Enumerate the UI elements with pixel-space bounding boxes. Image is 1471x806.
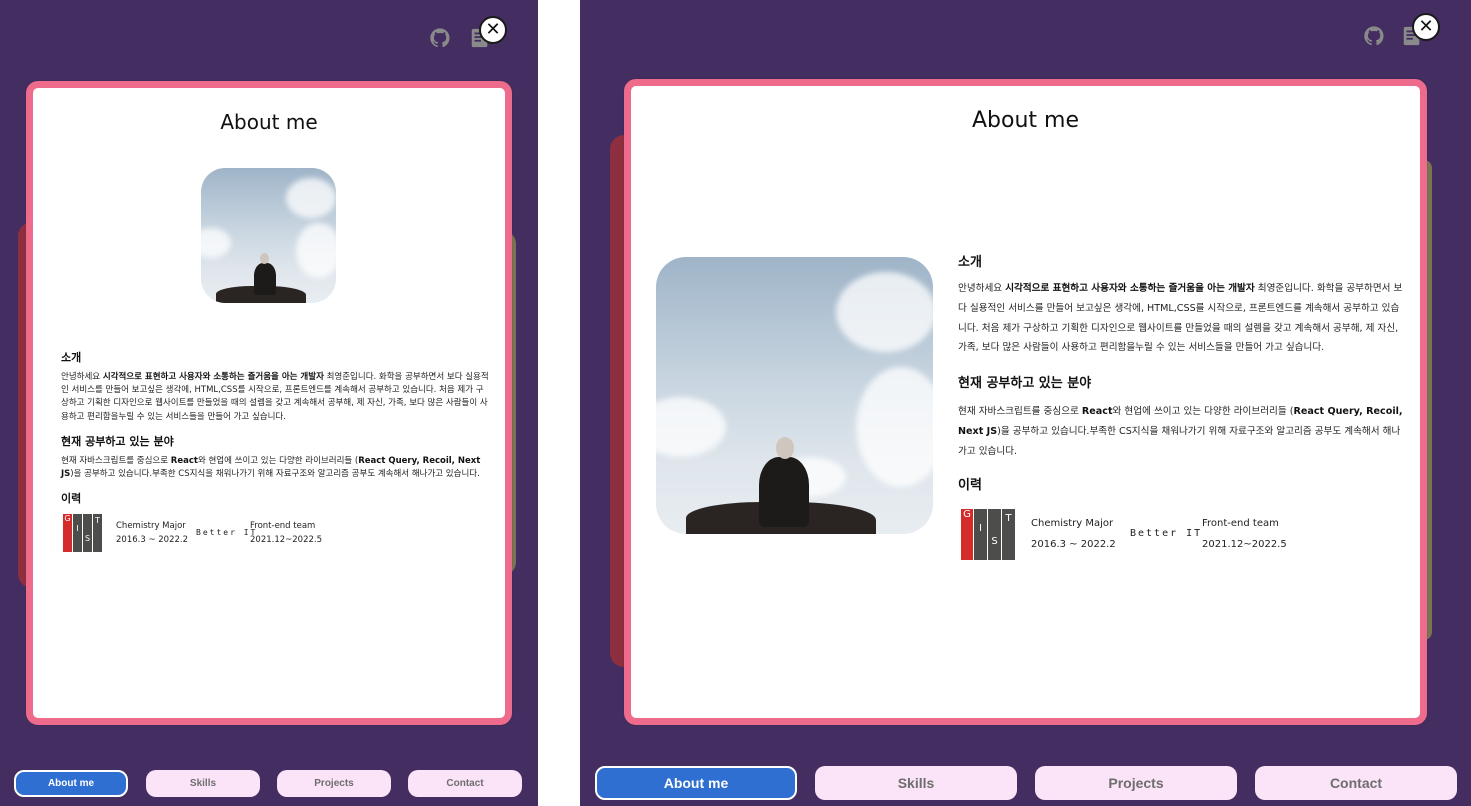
intro-paragraph: 안녕하세요 시각적으로 표현하고 사용자와 소통하는 즐거움을 아는 개발자 최… [61, 371, 491, 424]
gist-letter: I [974, 509, 987, 560]
gist-letter: S [988, 509, 1001, 560]
nav-projects[interactable]: Projects [277, 770, 391, 797]
intro-text: 안녕하세요 [61, 372, 103, 382]
intro-heading: 소개 [958, 255, 982, 270]
profile-photo [201, 168, 336, 303]
github-icon[interactable] [1363, 25, 1385, 47]
study-emphasis: React [170, 456, 198, 466]
profile-photo [656, 257, 933, 534]
study-emphasis: React [1081, 406, 1113, 417]
study-text: )을 공부하고 있습니다.부족한 CS지식을 채워나가기 위해 자료구조와 알고… [70, 469, 480, 480]
major-label: Chemistry Major [1031, 518, 1114, 529]
team-label: Front-end team [1202, 518, 1279, 529]
team-period: 2021.12~2022.5 [1202, 539, 1287, 550]
intro-text: 안녕하세요 [958, 283, 1006, 294]
intro-paragraph: 안녕하세요 시각적으로 표현하고 사용자와 소통하는 즐거움을 아는 개발자 최… [958, 279, 1408, 358]
gist-logo: G I S T [961, 509, 1015, 560]
card-title: About me [971, 108, 1079, 133]
nav-skills[interactable]: Skills [146, 770, 260, 797]
portfolio-window-narrow: ✕ About me 소개 안녕하세요 시각적으로 표현하고 사용자와 소통하는… [0, 0, 538, 806]
about-card: About me 소개 안녕하세요 시각적으로 표현하고 사용자와 소통하는 즐… [26, 81, 512, 725]
team-label: Front-end team [250, 521, 316, 531]
gist-letter: I [73, 514, 82, 552]
study-text: 와 현업에 쓰이고 있는 다양한 라이브러리들 ( [197, 456, 359, 466]
about-card: About me 소개 안녕하세요 시각적으로 표현하고 사용자와 소통하는 즐… [624, 79, 1427, 725]
gist-letter: T [1002, 509, 1015, 560]
study-heading: 현재 공부하고 있는 분야 [958, 376, 1092, 391]
nav-skills[interactable]: Skills [815, 766, 1017, 800]
major-label: Chemistry Major [116, 521, 186, 531]
study-text: 현재 자바스크립트를 중심으로 [61, 456, 171, 466]
major-period: 2016.3 ~ 2022.2 [116, 535, 189, 545]
nav-projects[interactable]: Projects [1035, 766, 1237, 800]
nav-contact[interactable]: Contact [1255, 766, 1457, 800]
study-paragraph: 현재 자바스크립트를 중심으로 React와 현업에 쓰이고 있는 다양한 라이… [958, 402, 1408, 461]
nav-contact[interactable]: Contact [408, 770, 522, 797]
bottom-nav: About me Skills Projects Contact [14, 770, 522, 797]
close-button[interactable]: ✕ [1412, 13, 1440, 41]
gist-letter: G [961, 509, 973, 560]
better-it-logo: Better IT [196, 528, 258, 537]
gist-letter: G [63, 514, 72, 552]
card-title: About me [220, 110, 318, 134]
nav-about-me[interactable]: About me [595, 766, 797, 800]
team-period: 2021.12~2022.5 [250, 535, 323, 545]
gist-logo: G I S T [63, 514, 102, 552]
bottom-nav: About me Skills Projects Contact [595, 766, 1457, 800]
intro-emphasis: 시각적으로 표현하고 사용자와 소통하는 즐거움을 아는 개발자 [1005, 283, 1255, 294]
close-button[interactable]: ✕ [479, 16, 507, 44]
study-text: 와 현업에 쓰이고 있는 다양한 라이브러리들 ( [1112, 406, 1294, 417]
study-text: 현재 자바스크립트를 중심으로 [958, 406, 1082, 417]
close-icon: ✕ [485, 19, 501, 40]
close-icon: ✕ [1418, 16, 1434, 37]
intro-emphasis: 시각적으로 표현하고 사용자와 소통하는 즐거움을 아는 개발자 [102, 372, 324, 382]
intro-heading: 소개 [61, 351, 82, 364]
portfolio-window-wide: ✕ About me 소개 안녕하세요 시각적으로 표현하고 사용자와 소통하는… [580, 0, 1471, 806]
history-heading: 이력 [958, 478, 982, 493]
history-heading: 이력 [61, 492, 82, 505]
nav-about-me[interactable]: About me [14, 770, 128, 797]
better-it-logo: Better IT [1130, 528, 1203, 539]
gist-letter: T [93, 514, 102, 552]
study-heading: 현재 공부하고 있는 분야 [61, 435, 174, 448]
major-period: 2016.3 ~ 2022.2 [1031, 539, 1116, 550]
study-text: )을 공부하고 있습니다.부족한 CS지식을 채워나가기 위해 자료구조와 알고… [958, 425, 1401, 457]
study-paragraph: 현재 자바스크립트를 중심으로 React와 현업에 쓰이고 있는 다양한 라이… [61, 455, 493, 481]
github-icon[interactable] [429, 27, 451, 49]
gist-letter: S [83, 514, 92, 552]
